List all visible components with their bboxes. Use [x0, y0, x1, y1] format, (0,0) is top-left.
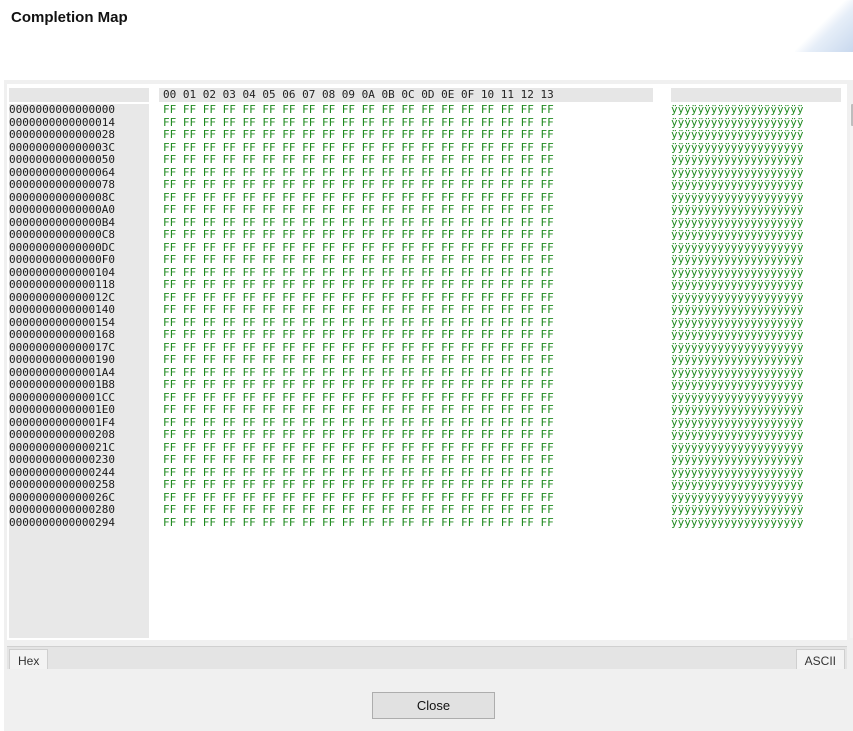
row-hex-bytes[interactable]: FF FF FF FF FF FF FF FF FF FF FF FF FF F…: [163, 516, 653, 530]
row-hex-bytes[interactable]: FF FF FF FF FF FF FF FF FF FF FF FF FF F…: [163, 428, 653, 442]
row-hex-bytes[interactable]: FF FF FF FF FF FF FF FF FF FF FF FF FF F…: [163, 503, 653, 517]
row-ascii-text[interactable]: ÿÿÿÿÿÿÿÿÿÿÿÿÿÿÿÿÿÿÿÿ: [671, 278, 841, 292]
row-ascii-text[interactable]: ÿÿÿÿÿÿÿÿÿÿÿÿÿÿÿÿÿÿÿÿ: [671, 303, 841, 317]
row-ascii-text[interactable]: ÿÿÿÿÿÿÿÿÿÿÿÿÿÿÿÿÿÿÿÿ: [671, 178, 841, 192]
row-ascii-text[interactable]: ÿÿÿÿÿÿÿÿÿÿÿÿÿÿÿÿÿÿÿÿ: [671, 353, 841, 367]
row-address: 0000000000000168: [9, 328, 115, 341]
row-address: 00000000000000F0: [9, 253, 115, 266]
row-address: 0000000000000050: [9, 153, 115, 166]
row-ascii-text[interactable]: ÿÿÿÿÿÿÿÿÿÿÿÿÿÿÿÿÿÿÿÿ: [671, 428, 841, 442]
row-hex-bytes[interactable]: FF FF FF FF FF FF FF FF FF FF FF FF FF F…: [163, 353, 653, 367]
row-address: 0000000000000118: [9, 278, 115, 291]
row-hex-bytes[interactable]: FF FF FF FF FF FF FF FF FF FF FF FF FF F…: [163, 178, 653, 192]
tab-ascii[interactable]: ASCII: [795, 649, 845, 669]
row-address: 0000000000000258: [9, 478, 115, 491]
row-hex-bytes[interactable]: FF FF FF FF FF FF FF FF FF FF FF FF FF F…: [163, 453, 653, 467]
row-ascii-text[interactable]: ÿÿÿÿÿÿÿÿÿÿÿÿÿÿÿÿÿÿÿÿ: [671, 328, 841, 342]
ascii-header: [671, 88, 841, 102]
row-ascii-text[interactable]: ÿÿÿÿÿÿÿÿÿÿÿÿÿÿÿÿÿÿÿÿ: [671, 128, 841, 142]
row-hex-bytes[interactable]: FF FF FF FF FF FF FF FF FF FF FF FF FF F…: [163, 203, 653, 217]
row-hex-bytes[interactable]: FF FF FF FF FF FF FF FF FF FF FF FF FF F…: [163, 478, 653, 492]
address-column: 0000000000000000 0000000000000014 00000000…: [9, 104, 149, 638]
row-hex-bytes[interactable]: FF FF FF FF FF FF FF FF FF FF FF FF FF F…: [163, 278, 653, 292]
row-ascii-text[interactable]: ÿÿÿÿÿÿÿÿÿÿÿÿÿÿÿÿÿÿÿÿ: [671, 403, 841, 417]
row-address: 0000000000000208: [9, 428, 115, 441]
row-address: 0000000000000078: [9, 178, 115, 191]
close-button[interactable]: Close: [372, 692, 495, 719]
dialog-body: 00 01 02 03 04 05 06 07 08 09 0A 0B 0C 0…: [4, 80, 853, 731]
row-address: 00000000000000A0: [9, 203, 115, 216]
row-ascii-text[interactable]: ÿÿÿÿÿÿÿÿÿÿÿÿÿÿÿÿÿÿÿÿ: [671, 104, 841, 117]
row-ascii-text[interactable]: ÿÿÿÿÿÿÿÿÿÿÿÿÿÿÿÿÿÿÿÿ: [671, 153, 841, 167]
row-ascii-text[interactable]: ÿÿÿÿÿÿÿÿÿÿÿÿÿÿÿÿÿÿÿÿ: [671, 253, 841, 267]
row-hex-bytes[interactable]: FF FF FF FF FF FF FF FF FF FF FF FF FF F…: [163, 228, 653, 242]
row-address: 0000000000000230: [9, 453, 115, 466]
row-ascii-text[interactable]: ÿÿÿÿÿÿÿÿÿÿÿÿÿÿÿÿÿÿÿÿ: [671, 203, 841, 217]
row-address: 0000000000000280: [9, 503, 115, 516]
row-hex-bytes[interactable]: FF FF FF FF FF FF FF FF FF FF FF FF FF F…: [163, 328, 653, 342]
row-hex-bytes[interactable]: FF FF FF FF FF FF FF FF FF FF FF FF FF F…: [163, 403, 653, 417]
row-hex-bytes[interactable]: FF FF FF FF FF FF FF FF FF FF FF FF FF F…: [163, 303, 653, 317]
row-hex-bytes[interactable]: FF FF FF FF FF FF FF FF FF FF FF FF FF F…: [163, 378, 653, 392]
hex-viewer[interactable]: 00 01 02 03 04 05 06 07 08 09 0A 0B 0C 0…: [7, 84, 853, 640]
ascii-data-column[interactable]: ÿÿÿÿÿÿÿÿÿÿÿÿÿÿÿÿÿÿÿÿ ÿÿÿÿÿÿÿÿÿÿÿÿÿÿÿÿÿÿÿÿ…: [671, 104, 841, 638]
row-hex-bytes[interactable]: FF FF FF FF FF FF FF FF FF FF FF FF FF F…: [163, 253, 653, 267]
address-header: [9, 88, 149, 102]
hex-data-column[interactable]: FF FF FF FF FF FF FF FF FF FF FF FF FF F…: [159, 104, 653, 638]
tab-hex[interactable]: Hex: [9, 649, 49, 669]
row-address: 0000000000000028: [9, 128, 115, 141]
row-ascii-text[interactable]: ÿÿÿÿÿÿÿÿÿÿÿÿÿÿÿÿÿÿÿÿ: [671, 503, 841, 517]
row-ascii-text[interactable]: ÿÿÿÿÿÿÿÿÿÿÿÿÿÿÿÿÿÿÿÿ: [671, 378, 841, 392]
row-ascii-text[interactable]: ÿÿÿÿÿÿÿÿÿÿÿÿÿÿÿÿÿÿÿÿ: [671, 516, 841, 530]
row-ascii-text[interactable]: ÿÿÿÿÿÿÿÿÿÿÿÿÿÿÿÿÿÿÿÿ: [671, 478, 841, 492]
row-address: 00000000000001B8: [9, 378, 115, 391]
row-hex-bytes[interactable]: FF FF FF FF FF FF FF FF FF FF FF FF FF F…: [163, 104, 653, 117]
row-address: 00000000000000C8: [9, 228, 115, 241]
row-hex-bytes[interactable]: FF FF FF FF FF FF FF FF FF FF FF FF FF F…: [163, 153, 653, 167]
dialog-title: Completion Map: [11, 9, 128, 26]
row-address: 0000000000000190: [9, 353, 115, 366]
row-address: 0000000000000000: [9, 104, 115, 116]
row-address: 0000000000000294: [9, 515, 115, 529]
view-tab-bar: Hex ASCII: [7, 646, 847, 669]
row-ascii-text[interactable]: ÿÿÿÿÿÿÿÿÿÿÿÿÿÿÿÿÿÿÿÿ: [671, 228, 841, 242]
row-address: 00000000000001E0: [9, 403, 115, 416]
byte-offset-header: 00 01 02 03 04 05 06 07 08 09 0A 0B 0C 0…: [159, 88, 653, 102]
row-address: 0000000000000140: [9, 303, 115, 316]
row-ascii-text[interactable]: ÿÿÿÿÿÿÿÿÿÿÿÿÿÿÿÿÿÿÿÿ: [671, 453, 841, 467]
row-hex-bytes[interactable]: FF FF FF FF FF FF FF FF FF FF FF FF FF F…: [163, 128, 653, 142]
corner-decoration: [795, 0, 853, 52]
